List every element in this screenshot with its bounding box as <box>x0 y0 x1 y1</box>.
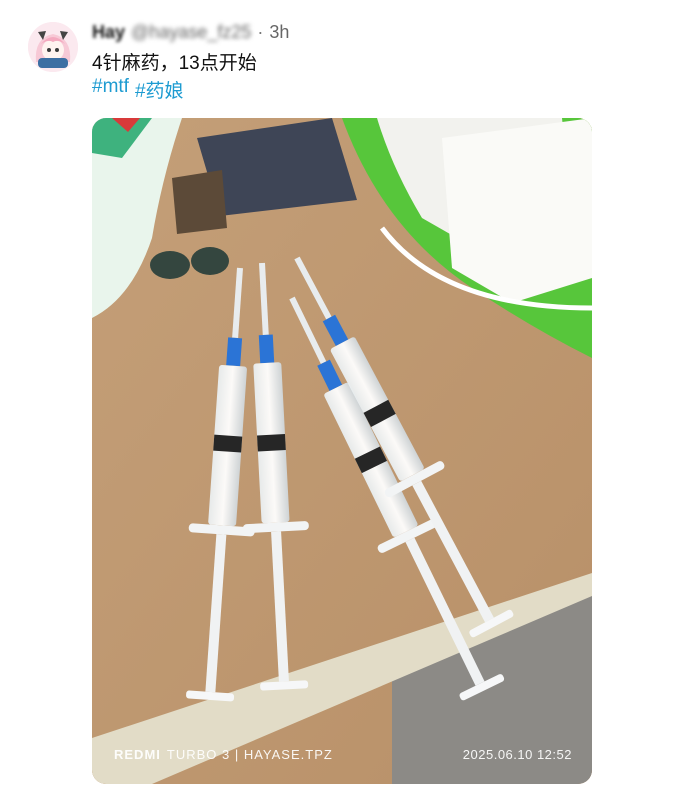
post-header: Hay @hayase_fz25 · 3h <box>92 18 667 46</box>
header-separator: · <box>257 21 264 42</box>
post-card: Hay @hayase_fz25 · 3h 4针麻药，13点开始 #mtf #药… <box>0 0 687 800</box>
camera-watermark-datetime: 2025.06.10 12:52 <box>462 747 572 762</box>
camera-brand: REDMI <box>114 747 161 762</box>
hashtag-list: #mtf #药娘 <box>92 76 184 103</box>
author-avatar[interactable] <box>28 22 78 72</box>
hashtag-yaoniang[interactable]: #药娘 <box>135 76 184 103</box>
author-handle[interactable]: @hayase_fz25 <box>131 22 251 43</box>
post-text: 4针麻药，13点开始 <box>92 53 257 74</box>
camera-model: TURBO 3 | HAYASE.TPZ <box>166 747 333 762</box>
camera-watermark-model: REDMI TURBO 3 | HAYASE.TPZ <box>114 747 333 762</box>
anime-avatar-icon <box>28 22 78 72</box>
post-photo[interactable]: REDMI TURBO 3 | HAYASE.TPZ 2025.06.10 12… <box>92 118 592 784</box>
post-timestamp[interactable]: 3h <box>269 22 289 43</box>
hashtag-mtf[interactable]: #mtf <box>92 76 129 103</box>
photo-syringes-on-desk <box>92 118 592 784</box>
author-display-name[interactable]: Hay <box>92 22 125 43</box>
